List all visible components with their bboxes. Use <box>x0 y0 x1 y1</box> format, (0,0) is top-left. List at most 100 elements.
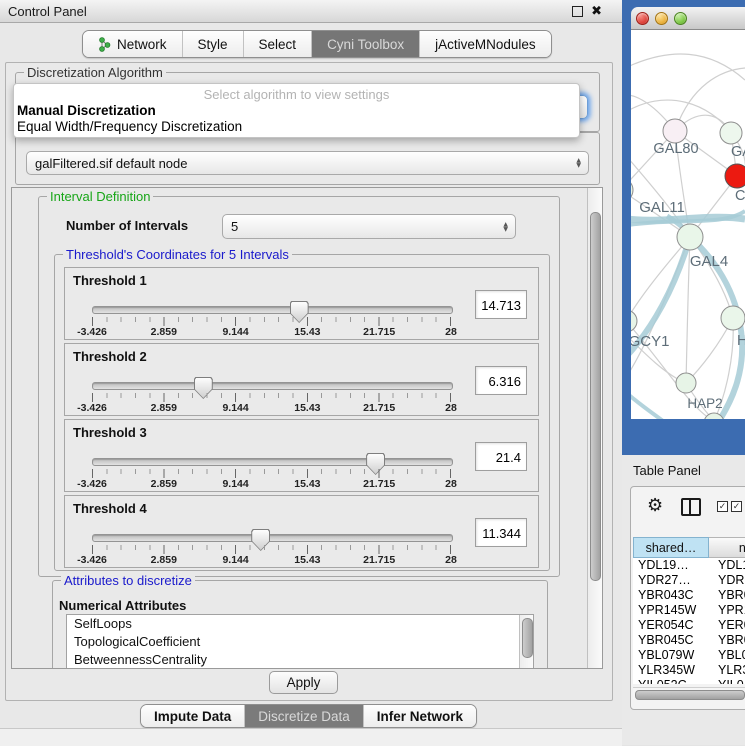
threshold-4-slider-track[interactable] <box>92 534 453 542</box>
table-panel: Table Panel ⚙ ✓ ✓ shared… name YDL19…YDL… <box>622 455 745 745</box>
tab-style[interactable]: Style <box>182 31 243 57</box>
threshold-3-value-field[interactable]: 21.4 <box>475 442 527 471</box>
list-item[interactable]: TopologicalCoefficient <box>67 633 533 651</box>
network-view-window: GAL80 GA C GAL11 GAL4 GCY1 H HAP2 <box>622 0 745 455</box>
table-data-combo[interactable]: galFiltered.sif default node ▲▼ <box>26 151 589 175</box>
network-node-gcy1[interactable] <box>631 310 637 332</box>
network-icon <box>98 37 111 52</box>
slider-ticks <box>92 393 451 402</box>
minimize-traffic-light[interactable] <box>655 12 668 25</box>
slider-tick-labels: -3.4262.8599.14415.4321.71528 <box>92 402 451 414</box>
table-rows: YDL19…YDL1 YDR27…YDR2 YBR043CYBR0 YPR145… <box>633 558 745 684</box>
combo-spinner-icon: ▲▼ <box>576 152 581 174</box>
control-panel-titlebar: Control Panel ✖ <box>0 0 622 23</box>
combo-spinner-icon: ▲▼ <box>503 215 508 238</box>
dropdown-item-equal-width[interactable]: Equal Width/Frequency Discretization <box>17 119 242 134</box>
table-row[interactable]: YDL19…YDL1 <box>633 558 745 573</box>
top-tab-bar: Network Style Select Cyni Toolbox jActiv… <box>82 30 552 58</box>
table-data-group: Table Data galFiltered.sif default node … <box>15 132 600 185</box>
network-window-titlebar[interactable] <box>631 7 745 30</box>
table-row[interactable]: YIL052CYIL0 <box>633 678 745 684</box>
threshold-2-panel: Threshold 2 -3.4262.8599.14415.4321.7152… <box>64 343 539 416</box>
close-traffic-light[interactable] <box>636 12 649 25</box>
settings-scrollbar[interactable] <box>587 188 602 668</box>
tab-network[interactable]: Network <box>83 31 182 57</box>
apply-button[interactable]: Apply <box>269 671 338 694</box>
network-node[interactable] <box>721 306 745 330</box>
slider-ticks <box>92 317 451 326</box>
split-columns-icon[interactable] <box>681 498 701 516</box>
tab-jactivemnodules[interactable]: jActiveMNodules <box>419 31 551 57</box>
panel-title: Control Panel <box>8 4 87 19</box>
checkbox-icon[interactable]: ✓ <box>731 501 742 512</box>
list-item[interactable]: BetweennessCentrality <box>67 651 533 669</box>
table-row[interactable]: YPR145WYPR1 <box>633 603 745 618</box>
network-node[interactable] <box>720 122 742 144</box>
network-node-gal80[interactable] <box>663 119 687 143</box>
column-header-shared-name[interactable]: shared… <box>633 537 709 558</box>
tab-cyni-toolbox[interactable]: Cyni Toolbox <box>311 31 419 57</box>
table-header-row: shared… name <box>633 537 745 558</box>
network-node-gal4[interactable] <box>677 224 703 250</box>
threshold-1-value-field[interactable]: 14.713 <box>475 290 527 319</box>
tab-discretize-data[interactable]: Discretize Data <box>244 705 363 727</box>
node-label-hap2: HAP2 <box>687 396 722 411</box>
slider-tick-labels: -3.4262.8599.14415.4321.71528 <box>92 554 451 566</box>
gear-icon[interactable]: ⚙ <box>647 495 663 516</box>
node-label-gal80: GAL80 <box>653 141 698 157</box>
dropdown-placeholder-item[interactable]: Select algorithm to view settings <box>14 87 579 102</box>
threshold-4-value-field[interactable]: 11.344 <box>475 518 527 547</box>
number-of-intervals-combo[interactable]: 5 ▲▼ <box>222 214 516 239</box>
float-window-icon[interactable] <box>572 6 583 17</box>
table-data-value: galFiltered.sif default node <box>35 156 187 171</box>
table-row[interactable]: YBR043CYBR0 <box>633 588 745 603</box>
table-row[interactable]: YDR27…YDR2 <box>633 573 745 588</box>
threshold-1-slider-track[interactable] <box>92 306 453 314</box>
settings-scroll-pane: Interval Definition Number of Intervals … <box>11 187 603 669</box>
network-node-hap2[interactable] <box>676 373 696 393</box>
list-item[interactable]: SelfLoops <box>67 615 533 633</box>
threshold-3-slider-track[interactable] <box>92 458 453 466</box>
intervals-value: 5 <box>231 219 238 234</box>
numerical-attributes-label: Numerical Attributes <box>59 598 186 613</box>
table-row[interactable]: YER054CYER0 <box>633 618 745 633</box>
bottom-tab-bar: Impute Data Discretize Data Infer Networ… <box>140 704 477 728</box>
node-label-cut: H <box>737 333 745 349</box>
threshold-2-slider-track[interactable] <box>92 382 453 390</box>
tab-infer-network[interactable]: Infer Network <box>363 705 476 727</box>
table-row[interactable]: YBL079WYBL0 <box>633 648 745 663</box>
checkbox-icon[interactable]: ✓ <box>717 501 728 512</box>
node-label-gcy1: GCY1 <box>631 333 669 350</box>
threshold-3-panel: Threshold 3 -3.4262.8599.14415.4321.7152… <box>64 419 539 492</box>
tab-network-label: Network <box>117 37 167 52</box>
threshold-1-panel: Threshold 1 -3.4262.8599.14415.4321.7152… <box>64 267 539 340</box>
list-scrollbar[interactable] <box>519 615 533 669</box>
column-header-name[interactable]: name <box>709 537 745 558</box>
numerical-attributes-list: SelfLoops TopologicalCoefficient Between… <box>66 614 534 669</box>
node-label-cut: C <box>735 188 745 204</box>
threshold-4-panel: Threshold 4 -3.4262.8599.14415.4321.7152… <box>64 495 539 568</box>
tab-impute-data[interactable]: Impute Data <box>141 705 244 727</box>
scrollbar-thumb[interactable] <box>635 690 745 700</box>
node-label-cut: GA <box>731 144 745 160</box>
slider-tick-labels: -3.4262.8599.14415.4321.71528 <box>92 478 451 490</box>
network-canvas[interactable]: GAL80 GA C GAL11 GAL4 GCY1 H HAP2 <box>631 30 745 419</box>
table-row[interactable]: YBR045CYBR0 <box>633 633 745 648</box>
table-horizontal-scrollbar[interactable] <box>633 687 745 699</box>
zoom-traffic-light[interactable] <box>674 12 687 25</box>
slider-ticks <box>92 545 451 554</box>
node-label-gal11: GAL11 <box>639 199 685 216</box>
tab-select[interactable]: Select <box>243 31 312 57</box>
bottom-strip <box>0 728 622 746</box>
number-of-intervals-label: Number of Intervals <box>66 218 188 233</box>
table-row[interactable]: YLR345WYLR3 <box>633 663 745 678</box>
threshold-2-value-field[interactable]: 6.316 <box>475 366 527 395</box>
slider-tick-labels: -3.4262.8599.14415.4321.71528 <box>92 326 451 338</box>
close-icon[interactable]: ✖ <box>591 3 602 19</box>
node-table-box: ⚙ ✓ ✓ shared… name YDL19…YDL1 YDR27…YDR2… <box>630 486 745 710</box>
dropdown-item-manual-discretization[interactable]: Manual Discretization <box>17 103 156 118</box>
node-label-gal4: GAL4 <box>690 253 728 270</box>
slider-ticks <box>92 469 451 478</box>
network-node-selected-red[interactable] <box>725 164 745 188</box>
algorithm-dropdown-popup: Select algorithm to view settings Manual… <box>13 83 580 138</box>
